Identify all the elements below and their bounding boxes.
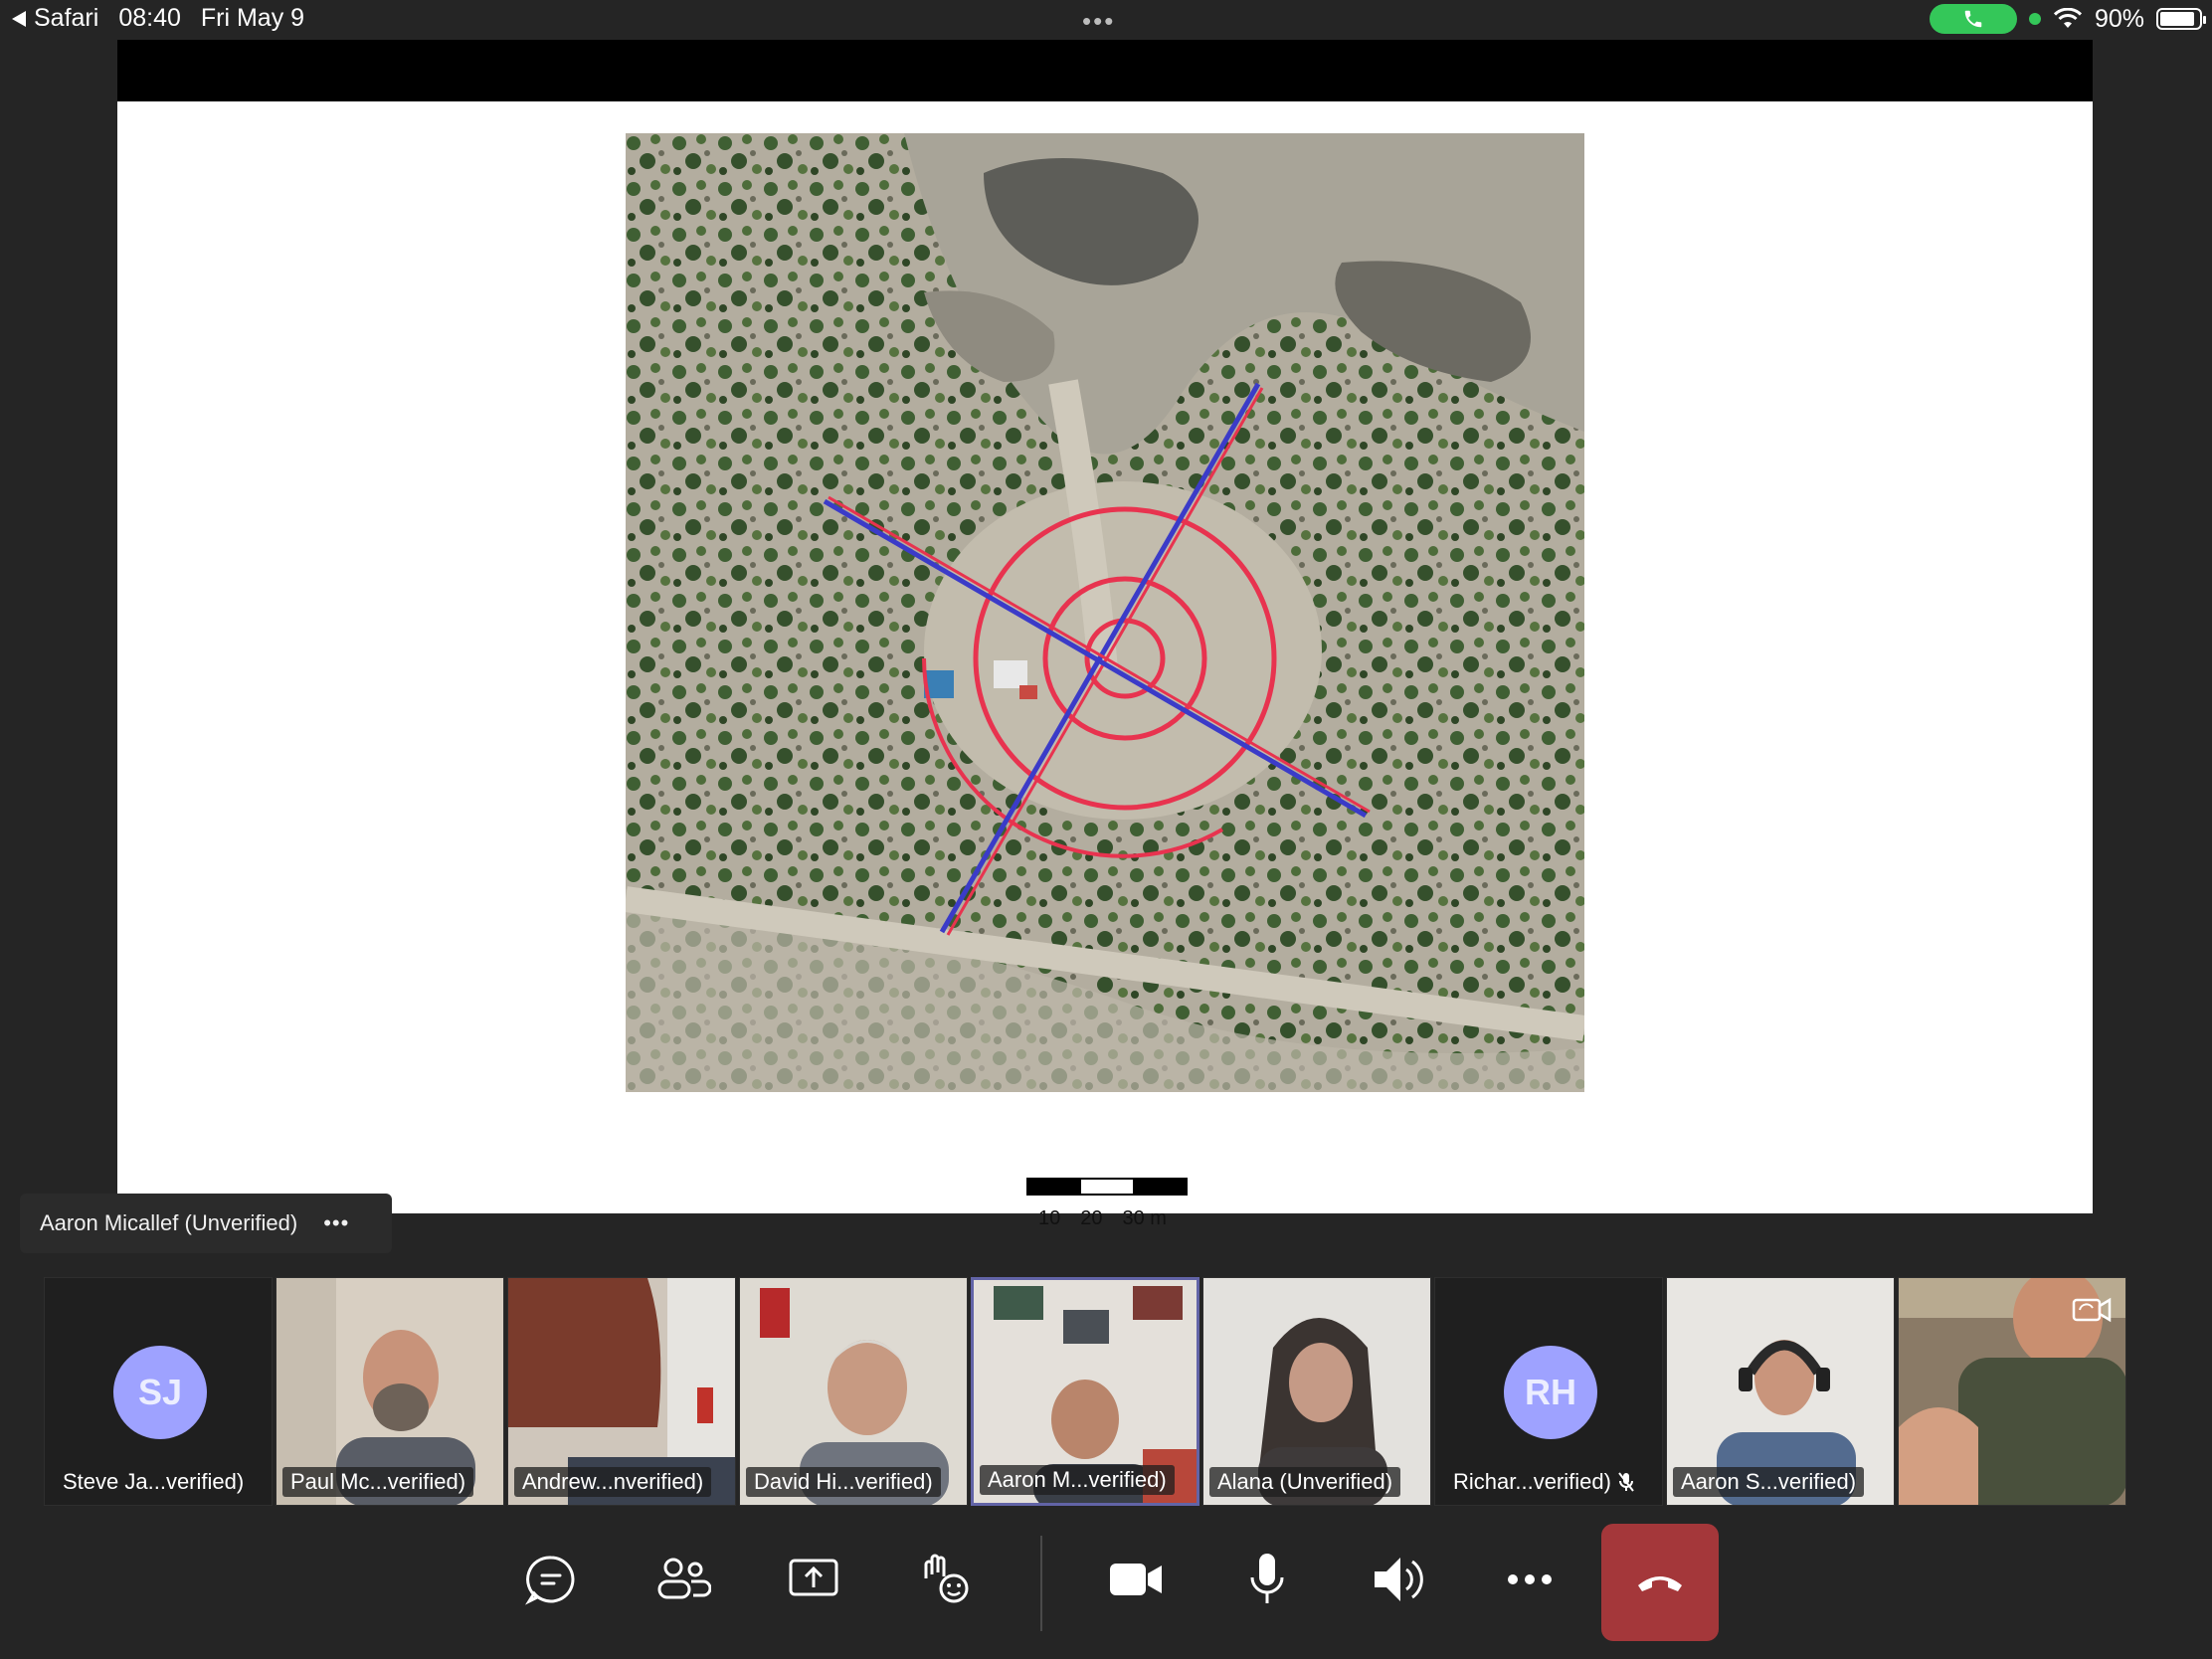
back-to-safari[interactable]: Safari xyxy=(12,4,98,33)
meeting-toolbar xyxy=(0,1508,2212,1659)
share-button[interactable] xyxy=(782,1548,845,1611)
participant-name: Paul Mc...verified) xyxy=(282,1467,474,1497)
scale-label-20: 20 xyxy=(1080,1207,1103,1229)
participant-name: David Hi...verified) xyxy=(746,1467,941,1497)
participant-tile[interactable]: Aaron S...verified) xyxy=(1666,1277,1895,1506)
hangup-icon xyxy=(1638,1576,1682,1591)
participant-name: Aaron M...verified) xyxy=(980,1465,1175,1495)
mic-in-use-dot xyxy=(2028,13,2041,25)
avatar: SJ xyxy=(113,1346,207,1439)
status-right: 90% xyxy=(1929,4,2206,34)
teams-meeting-screen: Safari 08:40 Fri May 9 ••• 90% 10 20 30 … xyxy=(0,0,2212,1659)
participant-tile[interactable]: Andrew...nverified) xyxy=(507,1277,736,1506)
participant-name-text: David Hi...verified) xyxy=(754,1469,933,1494)
hangup-button[interactable] xyxy=(1601,1524,1719,1641)
status-time: 08:40 xyxy=(118,4,181,32)
participant-name-text: Aaron S...verified) xyxy=(1681,1469,1857,1494)
speaker-icon xyxy=(1375,1558,1423,1601)
participant-name: Andrew...nverified) xyxy=(514,1467,712,1497)
more-options-button[interactable] xyxy=(1498,1548,1562,1611)
switch-camera-icon[interactable] xyxy=(2072,1294,2112,1326)
map-scale-bar xyxy=(1026,1178,1188,1196)
mic-icon xyxy=(1250,1554,1284,1603)
presenter-name: Aaron Micallef (Unverified) xyxy=(40,1210,298,1235)
scale-labels: 10 20 30 m xyxy=(1026,1207,1225,1230)
phone-icon xyxy=(1964,10,1982,28)
participant-tile[interactable]: Alana (Unverified) xyxy=(1202,1277,1431,1506)
participant-name-text: Alana (Unverified) xyxy=(1217,1469,1393,1494)
participant-tile[interactable]: David Hi...verified) xyxy=(739,1277,968,1506)
participant-tile-active-speaker[interactable]: Aaron M...verified) xyxy=(971,1277,1199,1506)
participant-name-text: Richar...verified) xyxy=(1453,1469,1611,1494)
participant-name: Steve Ja...verified) xyxy=(55,1467,252,1497)
active-call-pill[interactable] xyxy=(1929,4,2017,34)
participant-name: Richar...verified) xyxy=(1445,1467,1643,1497)
battery-icon xyxy=(2156,8,2206,30)
scale-label-30: 30 m xyxy=(1122,1207,1167,1229)
shared-screen: 10 20 30 m xyxy=(117,40,2093,1229)
toolbar-divider xyxy=(1040,1536,1042,1631)
participant-name: Aaron S...verified) xyxy=(1673,1467,1865,1497)
mic-button[interactable] xyxy=(1235,1548,1299,1611)
speaker-button[interactable] xyxy=(1367,1548,1430,1611)
avatar: RH xyxy=(1504,1346,1597,1439)
multitask-dots[interactable]: ••• xyxy=(1082,6,1115,37)
back-app-label: Safari xyxy=(34,4,99,32)
camera-button[interactable] xyxy=(1104,1548,1168,1611)
wifi-icon xyxy=(2053,8,2083,28)
presenter-more-icon[interactable]: ••• xyxy=(323,1210,349,1236)
scale-label-10: 10 xyxy=(1038,1207,1061,1229)
participant-strip: SJ Steve Ja...verified) Paul Mc...verifi… xyxy=(44,1277,2126,1506)
mic-muted-icon xyxy=(1618,1472,1634,1492)
aerial-map-image xyxy=(626,133,1584,1092)
participant-tile[interactable]: Paul Mc...verified) xyxy=(276,1277,504,1506)
participant-tile-self-view[interactable] xyxy=(1898,1277,2126,1506)
camera-icon xyxy=(1110,1564,1162,1595)
participant-tile[interactable]: SJ Steve Ja...verified) xyxy=(44,1277,273,1506)
participant-name: Alana (Unverified) xyxy=(1209,1467,1401,1497)
share-icon xyxy=(789,1559,838,1596)
status-bar: Safari 08:40 Fri May 9 ••• 90% xyxy=(0,0,2212,40)
aerial-photo xyxy=(626,133,1584,1092)
reactions-icon xyxy=(924,1554,969,1603)
participant-name-text: Andrew...nverified) xyxy=(522,1469,704,1494)
participant-tile[interactable]: RH Richar...verified) xyxy=(1434,1277,1663,1506)
presentation-slide: 10 20 30 m xyxy=(117,101,2093,1229)
participant-name-text: Aaron M...verified) xyxy=(988,1467,1167,1492)
status-date: Fri May 9 xyxy=(200,4,305,32)
chat-icon xyxy=(525,1556,575,1605)
participants-button[interactable] xyxy=(651,1548,715,1611)
people-icon xyxy=(657,1558,711,1599)
chat-button[interactable] xyxy=(519,1548,583,1611)
presenter-label[interactable]: Aaron Micallef (Unverified) ••• xyxy=(20,1194,392,1253)
participant-name-text: Steve Ja...verified) xyxy=(63,1469,245,1494)
reactions-button[interactable] xyxy=(913,1548,977,1611)
status-left: Safari 08:40 Fri May 9 xyxy=(12,4,304,33)
more-icon xyxy=(1508,1574,1552,1584)
battery-percent: 90% xyxy=(2094,4,2144,33)
back-arrow-icon xyxy=(12,10,26,27)
battery-fill xyxy=(2160,12,2195,26)
participant-name-text: Paul Mc...verified) xyxy=(290,1469,466,1494)
